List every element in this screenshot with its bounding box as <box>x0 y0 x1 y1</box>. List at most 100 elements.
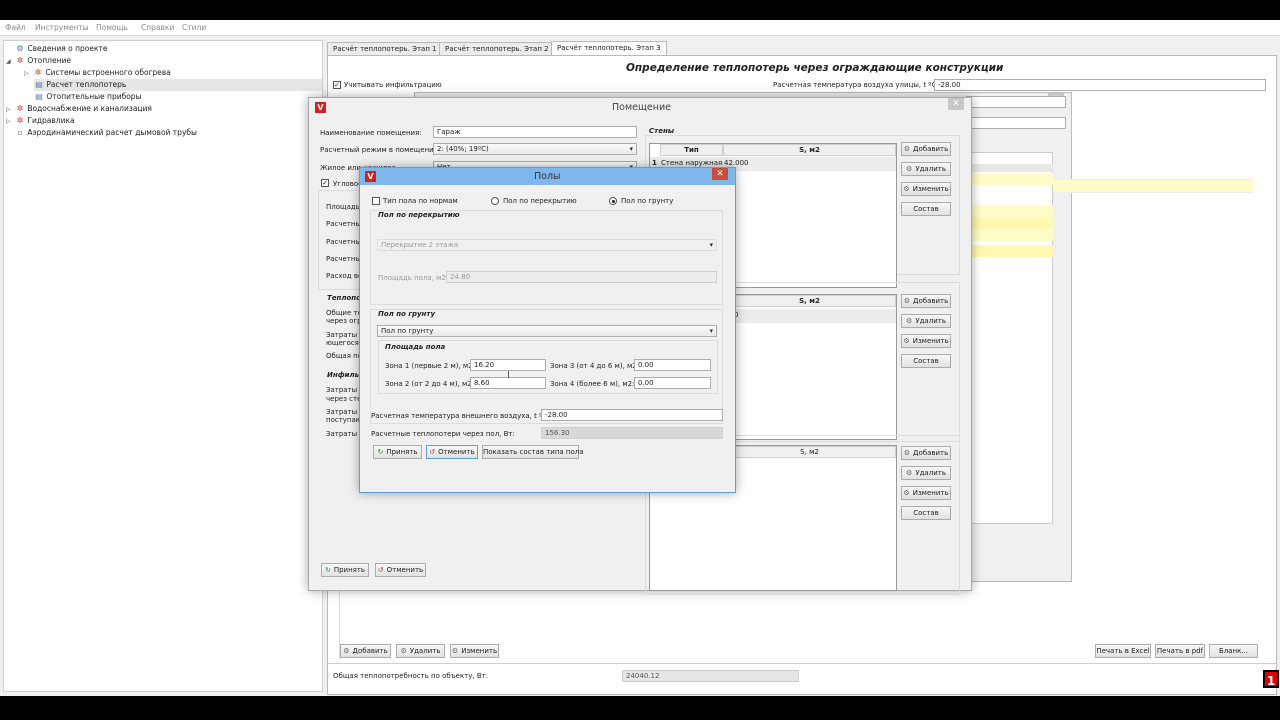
background-field-1[interactable] <box>966 96 1066 108</box>
corner-badge: 1 <box>1263 670 1279 688</box>
ground-floor-section-title: Пол по грунту <box>378 310 436 318</box>
heating-icon: ✲ <box>16 56 24 65</box>
flow-label: Расход во <box>326 272 363 280</box>
main-edit-button[interactable]: ⚙ Изменить <box>450 644 499 658</box>
main-delete-button[interactable]: ⚙ Удалить <box>396 644 445 658</box>
show-floor-composition-button[interactable]: Показать состав типа пола <box>482 445 584 459</box>
floor-loss-label: Расчетные теплопотери через пол, Вт: <box>371 430 515 438</box>
room-cancel-button[interactable]: ↺ Отменить <box>375 563 426 577</box>
third-add-button[interactable]: ⚙ Добавить <box>901 446 951 460</box>
tree-item-hydraulics[interactable]: ▷ ✲ Гидравлика <box>6 115 75 127</box>
gear-edit-icon: ⚙ <box>903 489 910 497</box>
menu-tools[interactable]: Инструменты <box>35 23 89 32</box>
zone3-input[interactable]: 0.00 <box>634 359 711 371</box>
zone3-label: Зона 3 (от 4 до 6 м), м2: <box>550 362 640 370</box>
calc-label-2: Расчетны <box>326 238 361 246</box>
floor-area-section-title: Площадь пола <box>385 343 446 351</box>
print-excel-button[interactable]: Печать в Excel <box>1095 644 1151 658</box>
calc-label-3: Расчетны <box>326 255 361 263</box>
accept-icon: ↻ <box>377 448 384 456</box>
calc-label-1: Расчетны <box>326 220 361 228</box>
total-label: Общая теплопотребность по объекту, Вт: <box>333 672 489 680</box>
collapsed-arrow-icon[interactable]: ▷ <box>6 116 15 128</box>
second-composition-button[interactable]: Состав <box>901 354 951 368</box>
normative-label: Тип пола по нормам <box>383 197 458 205</box>
background-field-2[interactable] <box>966 117 1066 129</box>
corner-label: Угловое <box>333 180 363 188</box>
tab-stage-3[interactable]: Расчёт теплопотерь. Этап 3 <box>551 41 667 56</box>
slab-area-input[interactable]: 24.80 <box>446 271 717 283</box>
slab-type-select[interactable]: Перекрытие 2 этажа <box>377 239 717 251</box>
corner-checkbox[interactable]: ✓ <box>321 179 329 187</box>
app-logo-icon: V <box>315 102 326 113</box>
ext-temp-input[interactable]: -28.00 <box>541 409 723 421</box>
walls-edit-button[interactable]: ⚙ Изменить <box>901 182 951 196</box>
tree-item-heating-devices[interactable]: ▤ Отопительные приборы <box>34 91 141 103</box>
walls-col-area: S, м2 <box>723 144 896 156</box>
walls-add-button[interactable]: ⚙ Добавить <box>901 142 951 156</box>
floors-accept-button[interactable]: ↻ Принять <box>373 445 422 459</box>
application-window: Файл Инструменты Помощь Справки Стили ⚙ … <box>0 20 1280 696</box>
infiltration-label: Учитывать инфильтрацию <box>344 81 442 89</box>
third-delete-button[interactable]: ⚙ Удалить <box>901 466 951 480</box>
slab-floor-group <box>370 210 723 305</box>
gear-edit-icon: ⚙ <box>451 647 459 655</box>
zone1-label: Зона 1 (первые 2 м), м2: <box>385 362 476 370</box>
second-col-area: S, м2 <box>723 295 896 307</box>
room-mode-select[interactable]: 2: (40%; 19ºC) <box>433 143 637 155</box>
water-icon: ✲ <box>16 104 24 113</box>
menu-help[interactable]: Помощь <box>96 23 128 32</box>
third-edit-button[interactable]: ⚙ Изменить <box>901 486 951 500</box>
tree-item-heat-loss[interactable]: ▤ Расчет теплопотерь <box>34 79 322 91</box>
second-delete-button[interactable]: ⚙ Удалить <box>901 314 951 328</box>
second-add-button[interactable]: ⚙ Добавить <box>901 294 951 308</box>
tree-item-chimney[interactable]: ▫ Аэродинамический расчет дымовой трубы <box>15 127 197 139</box>
text-cursor-icon: I <box>507 370 510 381</box>
walls-col-type: Тип <box>660 144 723 156</box>
doc-icon: ▫ <box>17 128 23 137</box>
list-icon: ▤ <box>35 80 43 89</box>
slab-area-label: Площадь пола, м2: <box>378 274 449 282</box>
ground-floor-radio[interactable] <box>609 197 617 205</box>
print-pdf-button[interactable]: Печать в pdf <box>1155 644 1205 658</box>
expanded-arrow-icon[interactable]: ◢ <box>6 56 15 68</box>
tab-stage-1[interactable]: Расчёт теплопотерь. Этап 1 <box>327 42 443 56</box>
app-logo-icon: V <box>365 171 376 182</box>
gear-delete-icon: ⚙ <box>906 165 913 173</box>
room-name-input[interactable]: Гараж <box>433 126 637 138</box>
infiltration-checkbox[interactable]: ✓ <box>333 81 341 89</box>
tree-item-builtin-heating[interactable]: ▷ ✲ Системы встроенного обогрева <box>24 67 171 79</box>
ground-type-select[interactable]: Пол по грунту <box>377 325 717 337</box>
gear-edit-icon: ⚙ <box>903 337 910 345</box>
room-accept-button[interactable]: ↻ Принять <box>321 563 369 577</box>
menu-styles[interactable]: Стили <box>182 23 206 32</box>
room-close-icon[interactable]: ✕ <box>948 98 964 110</box>
tree-item-heating[interactable]: ◢ ✲ Отопление <box>6 55 71 67</box>
gears-icon: ⚙ <box>16 44 24 53</box>
tab-stage-2[interactable]: Расчёт теплопотерь. Этап 2 <box>439 42 555 56</box>
floors-cancel-button[interactable]: ↺ Отменить <box>426 445 478 459</box>
menu-reference[interactable]: Справки <box>141 23 174 32</box>
menu-file[interactable]: Файл <box>5 23 26 32</box>
gear-add-icon: ⚙ <box>903 145 911 153</box>
third-composition-button[interactable]: Состав <box>901 506 951 520</box>
infil-label-2: через сте <box>326 395 362 403</box>
main-add-button[interactable]: ⚙ Добавить <box>340 644 391 658</box>
walls-composition-button[interactable]: Состав <box>901 202 951 216</box>
floor-loss-value: 156.30 <box>541 427 723 439</box>
slab-floor-radio[interactable] <box>491 197 499 205</box>
floors-close-icon[interactable]: ✕ <box>712 168 728 180</box>
walls-delete-button[interactable]: ⚙ Удалить <box>901 162 951 176</box>
page-title: Определение теплопотерь через ограждающи… <box>626 62 1004 74</box>
blank-button[interactable]: Бланк... <box>1209 644 1258 658</box>
outdoor-temp-input[interactable]: -28.00 <box>934 79 1266 91</box>
second-edit-button[interactable]: ⚙ Изменить <box>901 334 951 348</box>
slab-floor-section-title: Пол по перекрытию <box>378 211 460 219</box>
collapsed-arrow-icon[interactable]: ▷ <box>24 68 33 80</box>
zone4-input[interactable]: 0.00 <box>634 377 711 389</box>
heat-label-3: Затраты т <box>326 331 364 339</box>
ground-floor-radio-label: Пол по грунту <box>621 197 674 205</box>
normative-checkbox[interactable] <box>372 197 380 205</box>
tree-item-project-info[interactable]: ⚙ Сведения о проекте <box>6 43 107 55</box>
tree-item-water-supply[interactable]: ▷ ✲ Водоснабжение и канализация <box>6 103 152 115</box>
